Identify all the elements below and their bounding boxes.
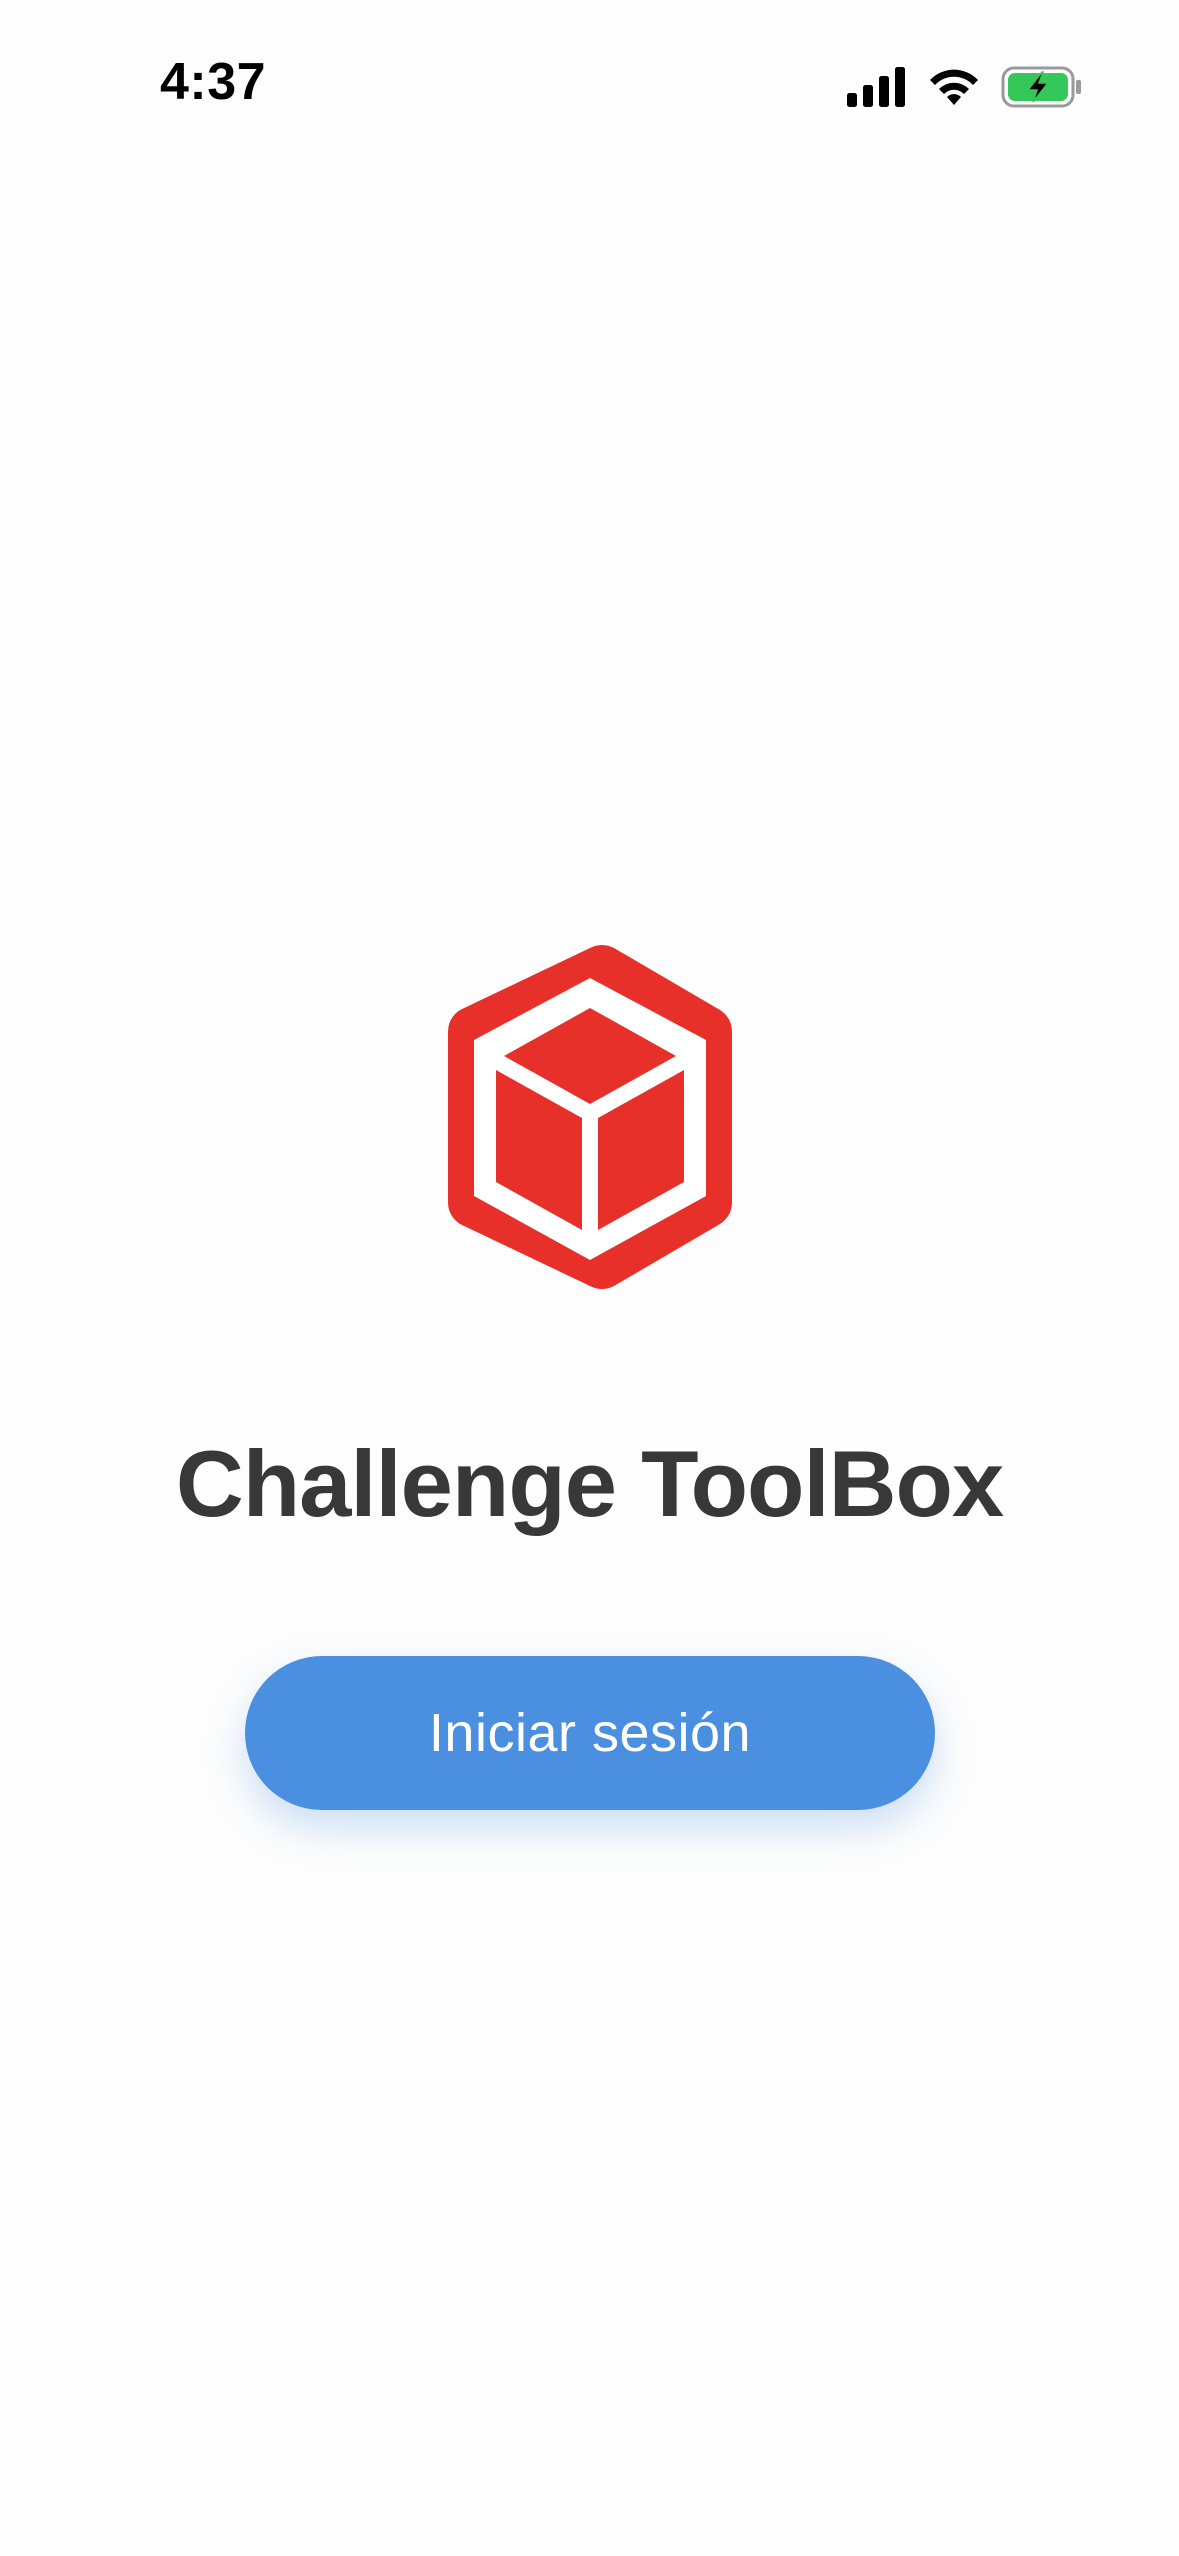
login-button[interactable]: Iniciar sesión	[245, 1656, 935, 1810]
battery-charging-icon	[1001, 66, 1083, 108]
status-time: 4:37	[160, 53, 267, 111]
login-button-label: Iniciar sesión	[428, 1703, 752, 1763]
status-icons	[847, 66, 1083, 108]
cellular-signal-icon	[847, 67, 907, 107]
status-bar: 4:37	[0, 0, 1179, 160]
app-title: Challenge ToolBox	[175, 1431, 1004, 1536]
box-icon	[448, 945, 732, 1289]
app-logo	[420, 930, 760, 1310]
wifi-icon	[927, 67, 981, 107]
